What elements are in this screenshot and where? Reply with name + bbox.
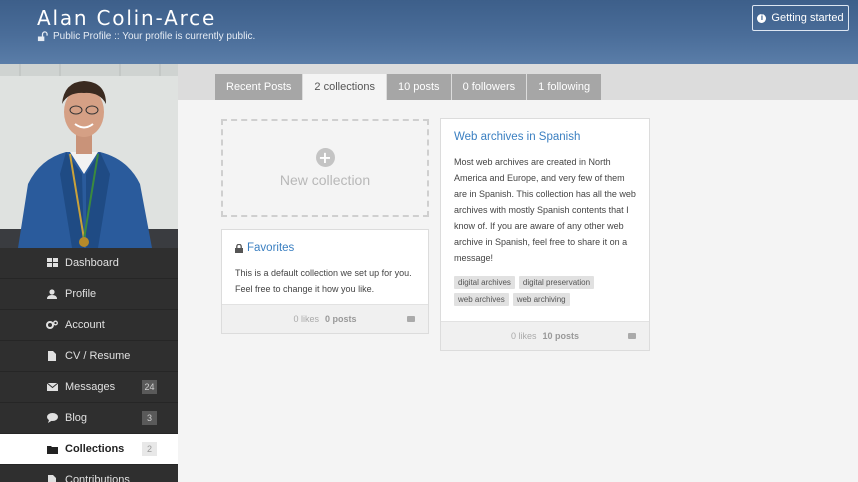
collection-card-favorites: Favorites This is a default collection w… [221,229,429,334]
plus-icon: + [315,148,335,167]
user-icon [46,288,58,300]
sidebar-nav: Dashboard Profile Account CV / Resume Me… [0,248,178,482]
tag[interactable]: web archiving [512,293,570,306]
sidebar-item-contributions[interactable]: Contributions [0,465,178,482]
favorites-posts: 0 posts [325,314,357,324]
file-icon [46,474,58,482]
spanish-footer: 0 likes 10 posts [441,321,649,350]
favorites-description: This is a default collection we set up f… [235,268,412,294]
sidebar-item-messages[interactable]: Messages 24 [0,372,178,403]
lock-icon [235,243,243,253]
profile-tabs: Recent Posts 2 collections 10 posts 0 fo… [215,74,602,100]
sidebar-item-label: Profile [65,288,97,300]
sidebar-item-label: Collections [65,443,125,455]
gears-icon [46,319,58,331]
spanish-tags: digital archives digital preservation we… [454,276,644,306]
sidebar-item-blog[interactable]: Blog 3 [0,403,178,434]
spanish-description: Most web archives are created in North A… [454,157,636,263]
favorites-footer: 0 likes 0 posts [222,304,428,333]
collection-title-web-archives-spanish[interactable]: Web archives in Spanish [454,131,580,143]
sidebar-item-label: CV / Resume [65,350,131,362]
grid-icon [46,257,58,269]
favorites-likes: 0 likes [293,314,319,324]
tab-followers[interactable]: 0 followers [451,74,527,100]
blog-count-badge: 3 [142,411,157,425]
tag[interactable]: web archives [454,293,509,306]
tab-following[interactable]: 1 following [527,74,602,100]
tab-collections[interactable]: 2 collections [303,74,386,100]
favorites-title-text: Favorites [247,242,295,254]
getting-started-button[interactable]: i Getting started [752,5,849,31]
sidebar-item-label: Dashboard [65,257,119,269]
sidebar-item-dashboard[interactable]: Dashboard [0,248,178,279]
profile-photo [0,64,178,248]
new-collection-button[interactable]: + New collection [221,119,429,217]
new-collection-label: New collection [279,172,371,188]
getting-started-label: Getting started [771,12,844,24]
collections-count-badge: 2 [142,442,157,456]
file-icon [46,350,58,362]
folder-icon [628,333,636,339]
tab-posts[interactable]: 10 posts [386,74,451,100]
tag[interactable]: digital preservation [518,276,595,289]
profile-status-text: Public Profile :: Your profile is curren… [53,31,256,42]
info-icon: i [757,13,767,23]
collection-card-web-archives-spanish: Web archives in Spanish Most web archive… [440,118,650,351]
sidebar-item-label: Account [65,319,105,331]
sidebar-item-cv-resume[interactable]: CV / Resume [0,341,178,372]
sidebar-item-label: Blog [65,412,88,424]
folder-icon [407,316,415,322]
tab-recent-posts[interactable]: Recent Posts [215,74,303,100]
envelope-icon [46,381,58,393]
sidebar-item-label: Contributions [65,474,130,482]
tag[interactable]: digital archives [454,276,515,289]
collection-title-favorites[interactable]: Favorites [235,242,294,254]
comment-icon [46,412,58,424]
profile-header: Alan Colin-Arce Public Profile :: Your p… [0,0,858,64]
sidebar-item-collections[interactable]: Collections 2 [0,434,178,465]
unlock-icon [37,31,48,42]
sidebar-item-account[interactable]: Account [0,310,178,341]
messages-count-badge: 24 [142,380,157,394]
profile-name: Alan Colin-Arce [37,6,217,30]
profile-status-line: Public Profile :: Your profile is curren… [37,31,255,42]
folder-icon [46,443,58,455]
profile-photo-illustration [0,64,178,248]
spanish-posts: 10 posts [542,331,580,341]
sidebar-item-profile[interactable]: Profile [0,279,178,310]
sidebar-item-label: Messages [65,381,116,393]
spanish-likes: 0 likes [510,331,537,341]
